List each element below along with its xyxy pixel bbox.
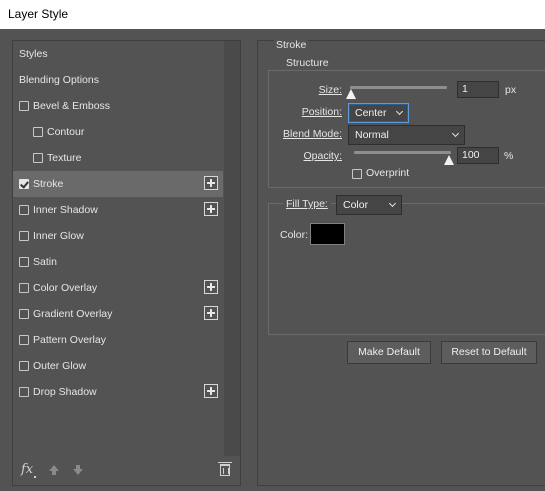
position-label-text: Position:: [301, 106, 342, 118]
add-effect-icon[interactable]: [204, 202, 218, 216]
fill-type-dropdown[interactable]: Color: [336, 195, 402, 215]
fill-type-value: Color: [343, 199, 369, 211]
add-effect-icon[interactable]: [204, 176, 218, 190]
style-checkbox[interactable]: [19, 361, 29, 371]
style-checkbox[interactable]: [19, 387, 29, 397]
style-checkbox[interactable]: [33, 127, 43, 137]
style-item-blending-options[interactable]: Blending Options: [13, 67, 223, 93]
fill-type-label-text: Fill Type:: [286, 198, 328, 210]
style-item-label: Inner Shadow: [33, 204, 98, 216]
style-item-texture[interactable]: Texture: [13, 145, 223, 171]
color-swatch[interactable]: [310, 223, 345, 245]
blend-mode-value: Normal: [355, 129, 389, 141]
color-label: Color:: [280, 229, 309, 241]
size-input[interactable]: 1: [457, 81, 499, 98]
style-item-inner-shadow[interactable]: Inner Shadow: [13, 197, 223, 223]
opacity-slider-thumb[interactable]: [444, 155, 454, 165]
blend-mode-dropdown[interactable]: Normal: [348, 125, 465, 145]
style-item-label: Outer Glow: [33, 360, 87, 372]
opacity-label-text: Opacity:: [303, 150, 342, 162]
stroke-section-title: Stroke: [274, 39, 309, 51]
overprint-checkbox[interactable]: [352, 169, 362, 179]
style-item-label: Stroke: [33, 178, 64, 190]
style-checkbox[interactable]: [19, 205, 29, 215]
styles-scrollbar[interactable]: [224, 41, 240, 456]
overprint-label: Overprint: [366, 167, 410, 179]
position-dropdown[interactable]: Center: [348, 103, 409, 123]
style-item-label: Inner Glow: [33, 230, 84, 242]
position-label: Position:: [278, 106, 342, 118]
add-effect-icon[interactable]: [204, 384, 218, 398]
add-effect-icon[interactable]: [204, 280, 218, 294]
style-item-stroke[interactable]: Stroke: [13, 171, 223, 197]
style-checkbox[interactable]: [19, 179, 29, 189]
style-item-label: Gradient Overlay: [33, 308, 113, 320]
style-checkbox[interactable]: [19, 335, 29, 345]
style-item-pattern-overlay[interactable]: Pattern Overlay: [13, 327, 223, 353]
reset-to-default-button[interactable]: Reset to Default: [441, 341, 537, 364]
style-item-inner-glow[interactable]: Inner Glow: [13, 223, 223, 249]
size-label-text: Size:: [318, 84, 342, 96]
style-item-label: Texture: [47, 152, 82, 164]
dialog-body: Styles Blending Options Bevel & Emboss Cont…: [0, 29, 545, 491]
make-default-button[interactable]: Make Default: [347, 341, 431, 364]
style-checkbox[interactable]: [19, 309, 29, 319]
style-checkbox[interactable]: [19, 231, 29, 241]
size-slider-thumb[interactable]: [346, 89, 356, 99]
move-down-icon[interactable]: [73, 465, 83, 475]
style-item-gradient-overlay[interactable]: Gradient Overlay: [13, 301, 223, 327]
style-item-bevel-emboss[interactable]: Bevel & Emboss: [13, 93, 223, 119]
chevron-down-icon: [388, 199, 397, 208]
style-checkbox[interactable]: [19, 283, 29, 293]
style-item-label: Satin: [33, 256, 57, 268]
style-checkbox[interactable]: [19, 257, 29, 267]
chevron-down-icon: [451, 129, 460, 138]
chevron-down-icon: [395, 107, 404, 116]
style-item-styles[interactable]: Styles: [13, 41, 223, 67]
style-item-color-overlay[interactable]: Color Overlay: [13, 275, 223, 301]
window-title: Layer Style: [0, 0, 545, 29]
style-item-outer-glow[interactable]: Outer Glow: [13, 353, 223, 379]
style-checkbox[interactable]: [33, 153, 43, 163]
opacity-input[interactable]: 100: [457, 147, 499, 164]
style-item-label: Pattern Overlay: [33, 334, 106, 346]
styles-list-panel: Styles Blending Options Bevel & Emboss Cont…: [12, 40, 241, 486]
style-item-contour[interactable]: Contour: [13, 119, 223, 145]
style-checkbox[interactable]: [19, 101, 29, 111]
opacity-label: Opacity:: [278, 150, 342, 162]
style-item-label: Contour: [47, 126, 85, 138]
structure-title: Structure: [284, 57, 331, 69]
trash-icon[interactable]: [218, 462, 232, 476]
stroke-settings-panel: Stroke Structure Size: 1 px Position: Ce…: [257, 39, 545, 486]
style-item-label: Blending Options: [19, 74, 99, 86]
styles-footer: fx: [13, 456, 240, 485]
style-item-satin[interactable]: Satin: [13, 249, 223, 275]
blend-mode-label-text: Blend Mode:: [283, 128, 342, 140]
size-label: Size:: [278, 84, 342, 96]
fill-type-label: Fill Type:: [283, 198, 331, 210]
opacity-slider-track[interactable]: [354, 151, 451, 154]
style-item-label: Drop Shadow: [33, 386, 97, 398]
fx-menu-indicator: [34, 476, 36, 478]
move-up-icon[interactable]: [49, 465, 59, 475]
fx-icon[interactable]: fx: [21, 462, 33, 477]
size-slider-track[interactable]: [350, 86, 447, 89]
style-item-drop-shadow[interactable]: Drop Shadow: [13, 379, 223, 405]
opacity-unit: %: [504, 150, 514, 162]
style-item-label: Styles: [19, 48, 48, 60]
style-item-label: Color Overlay: [33, 282, 98, 294]
position-value: Center: [355, 107, 387, 119]
blend-mode-label: Blend Mode:: [268, 128, 342, 140]
size-unit: px: [505, 84, 517, 96]
add-effect-icon[interactable]: [204, 306, 218, 320]
style-item-label: Bevel & Emboss: [33, 100, 111, 112]
